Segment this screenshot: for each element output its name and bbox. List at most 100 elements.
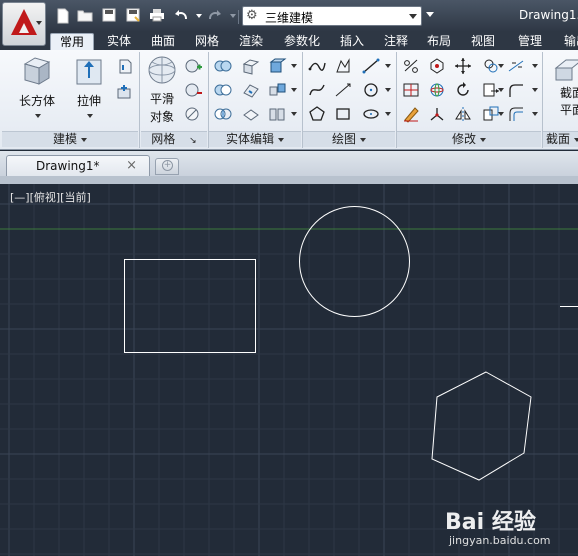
tab-insert[interactable]: 插入 xyxy=(332,33,372,50)
tab-annotate[interactable]: 注释 xyxy=(376,33,416,50)
spline-button[interactable] xyxy=(306,80,328,100)
tab-parametric[interactable]: 参数化 xyxy=(277,33,327,50)
subtract-icon xyxy=(214,84,232,96)
extract-edges-button[interactable] xyxy=(240,56,262,76)
move-button[interactable] xyxy=(452,56,474,76)
new-icon[interactable] xyxy=(55,8,71,24)
polyline-button[interactable] xyxy=(306,56,328,76)
chevron-down-icon[interactable] xyxy=(532,88,538,92)
3d-polyline-button[interactable] xyxy=(332,56,354,76)
panel-title-label: 实体编辑 xyxy=(225,132,274,146)
shell-button[interactable] xyxy=(240,104,262,124)
panel-title-label: 建模 xyxy=(52,132,77,146)
tab-manage[interactable]: 管理 xyxy=(510,33,550,50)
save-icon[interactable] xyxy=(101,8,117,24)
trim-button[interactable] xyxy=(400,56,422,76)
chevron-down-icon[interactable] xyxy=(498,112,504,116)
circle-button[interactable] xyxy=(360,80,382,100)
tab-layout[interactable]: 布局 xyxy=(419,33,459,50)
mirror-button[interactable] xyxy=(452,104,474,124)
tab-mesh[interactable]: 网格 xyxy=(187,33,227,50)
undo-icon[interactable] xyxy=(173,8,189,24)
extrude-button[interactable]: 拉伸 xyxy=(70,54,108,109)
panel-title-mesh[interactable]: 网格 ↘ xyxy=(141,131,207,147)
smooth-object-button[interactable]: 平滑 对象 xyxy=(142,54,182,125)
move-icon xyxy=(455,58,471,74)
chevron-down-icon[interactable] xyxy=(532,112,538,116)
chevron-down-icon[interactable] xyxy=(291,64,297,68)
chevron-down-icon[interactable] xyxy=(385,112,391,116)
3d-rotate-button[interactable] xyxy=(426,80,448,100)
viewport-controls-label[interactable]: [—][俯视][当前] xyxy=(10,189,91,205)
presspull-button[interactable] xyxy=(114,56,136,76)
slice-button[interactable] xyxy=(266,104,288,124)
panel-title-draw[interactable]: 绘图 xyxy=(303,131,395,147)
array-button[interactable] xyxy=(400,80,422,100)
fillet-button[interactable] xyxy=(505,80,527,100)
rotate-button[interactable] xyxy=(452,80,474,100)
save-as-icon[interactable] xyxy=(125,8,141,24)
slice-icon xyxy=(269,108,285,121)
3d-align-button[interactable] xyxy=(426,104,448,124)
line-button[interactable] xyxy=(360,56,382,76)
tab-output[interactable]: 输出 xyxy=(556,33,578,50)
extract-faces-button[interactable] xyxy=(266,56,288,76)
line-icon xyxy=(362,58,380,74)
plot-icon[interactable] xyxy=(149,8,165,24)
document-tab-drawing1[interactable]: Drawing1* × xyxy=(6,155,150,177)
tab-view[interactable]: 视图 xyxy=(463,33,503,50)
chevron-down-icon[interactable] xyxy=(532,64,538,68)
chevron-down-icon[interactable] xyxy=(291,88,297,92)
undo-dropdown-icon[interactable] xyxy=(196,14,202,18)
panel-title-solid-edit[interactable]: 实体编辑 xyxy=(209,131,301,147)
redo-dropdown-icon[interactable] xyxy=(230,14,236,18)
rotate-icon xyxy=(457,82,469,96)
workspace-select[interactable]: ⚙ 三维建模 xyxy=(242,6,422,26)
union-button[interactable] xyxy=(212,56,234,76)
polygon-button[interactable] xyxy=(306,104,328,124)
circle-shape[interactable] xyxy=(299,206,410,317)
intersect-button[interactable] xyxy=(212,104,234,124)
chevron-down-icon[interactable] xyxy=(385,64,391,68)
rectangle-button[interactable] xyxy=(332,104,354,124)
tab-solid[interactable]: 实体 xyxy=(99,33,139,50)
chevron-down-icon[interactable] xyxy=(35,114,41,118)
chevron-down-icon[interactable] xyxy=(498,88,504,92)
erase-button[interactable] xyxy=(400,104,422,124)
chevron-down-icon[interactable] xyxy=(87,114,93,118)
quick-access-menu-icon[interactable] xyxy=(426,12,434,17)
3d-move-button[interactable] xyxy=(426,56,448,76)
close-icon[interactable]: × xyxy=(126,158,137,173)
section-plane-button[interactable]: 截面 平面 xyxy=(552,54,578,118)
new-tab-button[interactable]: + xyxy=(155,158,179,175)
panel-title-section[interactable]: 截面 xyxy=(543,131,578,147)
polysolid-button[interactable] xyxy=(114,82,136,102)
panel-title-modify[interactable]: 修改 xyxy=(397,131,541,147)
application-menu-button[interactable] xyxy=(2,2,46,46)
subtract-button[interactable] xyxy=(212,80,234,100)
box-button[interactable]: 长方体 xyxy=(14,54,60,109)
mesh-smooth-less-button[interactable] xyxy=(182,80,204,100)
explode-button[interactable] xyxy=(505,56,527,76)
tab-render[interactable]: 渲染 xyxy=(231,33,271,50)
rectangle-shape[interactable] xyxy=(124,259,256,353)
gear-icon: ⚙ xyxy=(246,8,258,23)
ellipse-button[interactable] xyxy=(360,104,382,124)
redo-icon[interactable] xyxy=(207,8,223,24)
tab-surface[interactable]: 曲面 xyxy=(143,33,183,50)
imprint-button[interactable] xyxy=(240,80,262,100)
mirror-icon xyxy=(455,107,471,121)
arc-button[interactable] xyxy=(332,80,354,100)
mesh-smooth-more-button[interactable] xyxy=(182,56,204,76)
open-icon[interactable] xyxy=(77,8,93,24)
chevron-down-icon xyxy=(574,137,578,142)
chevron-down-icon[interactable] xyxy=(291,112,297,116)
offset-button[interactable] xyxy=(505,104,527,124)
mesh-refine-button[interactable] xyxy=(182,104,204,124)
hexagon-shape[interactable] xyxy=(431,371,532,481)
panel-title-modeling[interactable]: 建模 xyxy=(2,131,138,147)
separate-button[interactable] xyxy=(266,80,288,100)
chevron-down-icon[interactable] xyxy=(385,88,391,92)
tab-home[interactable]: 常用 xyxy=(50,33,94,50)
chevron-down-icon[interactable] xyxy=(498,64,504,68)
